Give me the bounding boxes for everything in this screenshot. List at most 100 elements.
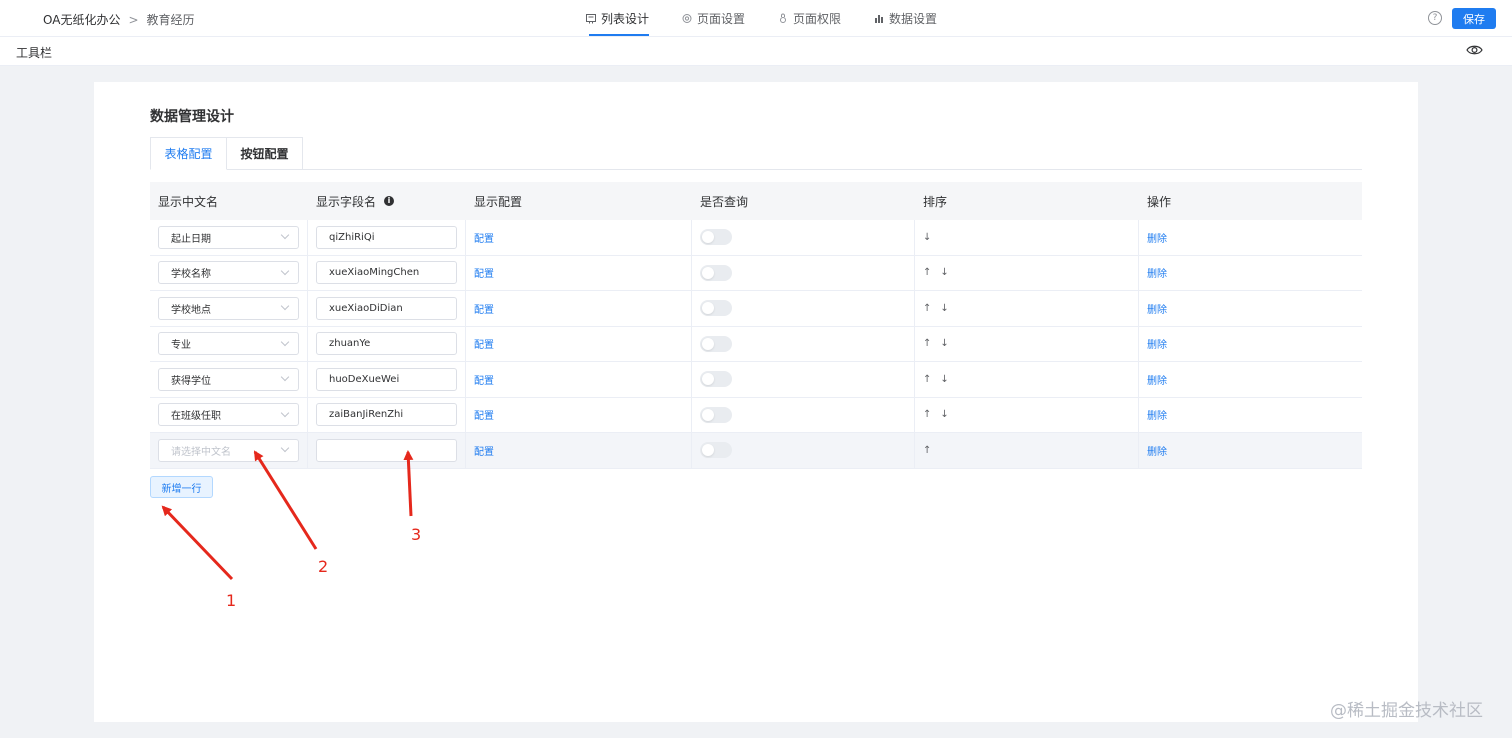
cell-action: 删除 (1139, 362, 1362, 397)
breadcrumb: OA无纸化办公 > 教育经历 (43, 11, 195, 28)
list-icon (586, 14, 596, 24)
config-link[interactable]: 配置 (474, 230, 494, 245)
delete-link[interactable]: 删除 (1147, 301, 1167, 316)
delete-link[interactable]: 删除 (1147, 265, 1167, 280)
chevron-down-icon (280, 408, 290, 417)
arrow-up-icon[interactable]: ↑ (923, 303, 931, 314)
query-switch[interactable] (700, 335, 732, 352)
query-switch[interactable] (700, 442, 732, 459)
chevron-down-icon (280, 373, 290, 382)
chevron-down-icon (280, 302, 290, 311)
help-icon[interactable]: ? (1428, 11, 1442, 25)
tab-button-config[interactable]: 按钮配置 (226, 137, 303, 170)
gear-icon (682, 14, 692, 23)
chinese-name-select[interactable]: 学校地点 (158, 296, 299, 320)
arrow-down-icon[interactable]: ↓ (923, 232, 931, 243)
table-row: 专业 zhuanYe 配置 ↑ ↓ 删除 (150, 326, 1362, 362)
cell-field-name: xueXiaoDiDian (308, 291, 466, 326)
tab-data-settings[interactable]: 数据设置 (873, 0, 937, 37)
annotation-label-2: 2 (318, 557, 329, 576)
cell-query-toggle (692, 362, 915, 397)
tab-list-design[interactable]: 列表设计 (585, 0, 650, 37)
cell-action: 删除 (1139, 220, 1362, 255)
arrow-up-icon[interactable]: ↑ (923, 409, 931, 420)
table-body: 起止日期 qiZhiRiQi 配置 ↓ 删除 学校名称 xueXiaoMingC… (150, 220, 1362, 469)
config-link[interactable]: 配置 (474, 407, 494, 422)
config-tabs: 按钮配置 表格配置 (150, 137, 1362, 170)
column-header: 显示中文名 (158, 194, 219, 209)
select-value: 获得学位 (171, 375, 211, 387)
arrow-down-icon[interactable]: ↓ (940, 338, 948, 349)
select-value: 学校名称 (171, 269, 211, 281)
field-name-input[interactable] (316, 438, 457, 462)
chinese-name-select[interactable]: 在班级任职 (158, 403, 299, 427)
save-button[interactable]: 保存 (1452, 8, 1496, 29)
page-title: 数据管理设计 (150, 109, 234, 125)
field-name-input[interactable]: xueXiaoMingChen (316, 261, 457, 285)
eye-icon[interactable] (1466, 43, 1483, 57)
chevron-right-icon: > (128, 12, 139, 27)
arrow-down-icon[interactable]: ↓ (940, 303, 948, 314)
cell-display-config: 配置 (466, 255, 692, 290)
field-name-input[interactable]: zaiBanJiRenZhi (316, 403, 457, 427)
cell-query-toggle (692, 433, 915, 468)
cell-query-toggle (692, 291, 915, 326)
annotation-label-3: 3 (411, 525, 422, 544)
query-switch[interactable] (700, 300, 732, 317)
info-icon[interactable]: i (384, 196, 395, 206)
lock-icon (780, 13, 787, 23)
cell-field-name: zaiBanJiRenZhi (308, 397, 466, 432)
cell-display-config: 配置 (466, 326, 692, 361)
field-name-input[interactable]: zhuanYe (316, 332, 457, 356)
delete-link[interactable]: 删除 (1147, 372, 1167, 387)
chinese-name-select[interactable]: 获得学位 (158, 367, 299, 391)
column-header: 显示配置 (474, 194, 523, 209)
config-link[interactable]: 配置 (474, 336, 494, 351)
cell-field-name (308, 433, 466, 468)
query-switch[interactable] (700, 229, 732, 246)
cell-action: 删除 (1139, 327, 1362, 362)
arrow-down-icon[interactable]: ↓ (940, 409, 948, 420)
chinese-name-select[interactable]: 学校名称 (158, 261, 299, 285)
toolbar: 工具栏 (0, 37, 1512, 66)
column-header: 排序 (923, 194, 948, 209)
config-link[interactable]: 配置 (474, 301, 494, 316)
delete-link[interactable]: 删除 (1147, 443, 1167, 458)
watermark: @稀土掘金技术社区 (1330, 701, 1483, 721)
chinese-name-select[interactable]: 专业 (158, 332, 299, 356)
cell-display-config: 配置 (466, 291, 692, 326)
delete-link[interactable]: 删除 (1147, 230, 1167, 245)
chinese-name-select[interactable]: 请选择中文名 (158, 438, 299, 462)
config-link[interactable]: 配置 (474, 372, 494, 387)
delete-link[interactable]: 删除 (1147, 336, 1167, 351)
tab-page-settings[interactable]: 页面设置 (681, 0, 745, 37)
select-value: 在班级任职 (171, 411, 221, 423)
annotation-label-1: 1 (226, 591, 237, 610)
arrow-up-icon[interactable]: ↑ (923, 445, 931, 456)
cell-display-config: 配置 (466, 220, 692, 255)
query-switch[interactable] (700, 406, 732, 423)
arrow-up-icon[interactable]: ↑ (923, 374, 931, 385)
query-switch[interactable] (700, 371, 732, 388)
arrow-up-icon[interactable]: ↑ (923, 267, 931, 278)
tab-table-config[interactable]: 表格配置 (150, 137, 227, 170)
chinese-name-select[interactable]: 起止日期 (158, 225, 299, 249)
delete-link[interactable]: 删除 (1147, 407, 1167, 422)
cell-sort: ↑ ↓ (915, 291, 1139, 326)
breadcrumb-app-name[interactable]: OA无纸化办公 (43, 11, 120, 28)
field-name-input[interactable]: huoDeXueWei (316, 367, 457, 391)
cell-action: 删除 (1139, 256, 1362, 291)
field-name-input[interactable]: qiZhiRiQi (316, 225, 457, 249)
fields-table: 显示中文名 显示字段名 i 显示配置 是否查询 排序 操作 起止日期 qiZhi… (150, 182, 1362, 469)
config-link[interactable]: 配置 (474, 265, 494, 280)
arrow-down-icon[interactable]: ↓ (940, 267, 948, 278)
arrow-down-icon[interactable]: ↓ (940, 374, 948, 385)
cell-chinese-name: 在班级任职 (150, 397, 308, 432)
field-name-input[interactable]: xueXiaoDiDian (316, 296, 457, 320)
add-row-button[interactable]: 新增一行 (150, 476, 213, 498)
chevron-down-icon (280, 266, 290, 275)
config-link[interactable]: 配置 (474, 443, 494, 458)
tab-page-permissions[interactable]: 页面权限 (777, 0, 841, 37)
query-switch[interactable] (700, 264, 732, 281)
arrow-up-icon[interactable]: ↑ (923, 338, 931, 349)
